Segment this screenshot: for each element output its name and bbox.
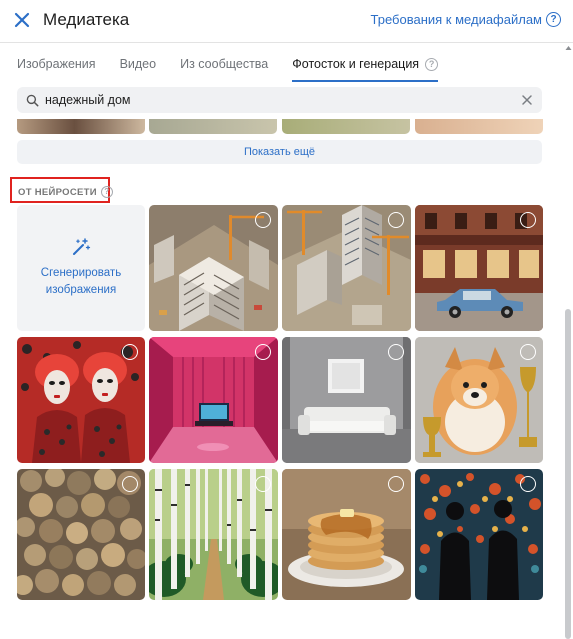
search-bar <box>17 87 542 113</box>
generate-label-line2: изображения <box>45 284 117 296</box>
select-checkbox[interactable] <box>388 212 404 228</box>
thumbnail-image[interactable] <box>17 119 145 134</box>
select-checkbox[interactable] <box>122 476 138 492</box>
image-tile-6[interactable] <box>282 337 411 463</box>
image-tile-4[interactable] <box>17 337 145 463</box>
tab-label: Видео <box>119 57 157 71</box>
header-divider <box>0 42 573 43</box>
image-tile-2[interactable] <box>282 205 411 331</box>
tab-label: Фотосток и генерация <box>292 57 420 71</box>
media-requirements-label: Требования к медиафайлам <box>370 12 542 27</box>
select-checkbox[interactable] <box>520 344 536 360</box>
header: Медиатека Требования к медиафайлам ? <box>0 0 573 42</box>
section-title: ОТ НЕЙРОСЕТИ ? <box>18 186 113 198</box>
show-more-button[interactable]: Показать ещё <box>17 140 542 164</box>
select-checkbox[interactable] <box>255 212 271 228</box>
select-checkbox[interactable] <box>255 344 271 360</box>
close-icon[interactable] <box>10 8 34 32</box>
magic-wand-icon <box>73 238 91 255</box>
section-title-text: ОТ НЕЙРОСЕТИ <box>18 186 97 198</box>
thumbnail-image[interactable] <box>282 119 410 134</box>
scrollbar-thumb[interactable] <box>565 309 571 639</box>
image-tile-10[interactable] <box>282 469 411 600</box>
select-checkbox[interactable] <box>388 344 404 360</box>
search-input[interactable] <box>45 93 521 107</box>
select-checkbox[interactable] <box>388 476 404 492</box>
thumbnail-image[interactable] <box>149 119 277 134</box>
help-icon[interactable]: ? <box>425 58 439 71</box>
media-requirements-link[interactable]: Требования к медиафайлам ? <box>371 12 561 27</box>
help-icon[interactable]: ? <box>100 186 113 198</box>
image-tile-8[interactable] <box>17 469 145 600</box>
help-icon: ? <box>546 12 561 27</box>
scroll-up-icon[interactable] <box>565 44 572 52</box>
search-icon <box>26 94 39 106</box>
previous-results-row <box>17 119 543 134</box>
image-tile-5[interactable] <box>149 337 278 463</box>
thumbnail-image[interactable] <box>415 119 543 134</box>
tab-community[interactable]: Из сообщества <box>180 57 268 79</box>
generate-images-button[interactable]: Сгенерировать изображения <box>17 205 145 331</box>
tab-photostock[interactable]: Фотосток и генерация? <box>292 57 439 82</box>
image-tile-7[interactable] <box>415 337 543 463</box>
select-checkbox[interactable] <box>122 344 138 360</box>
tab-label: Изображения <box>17 57 96 71</box>
image-tile-1[interactable] <box>149 205 278 331</box>
image-tile-3[interactable] <box>415 205 543 331</box>
tab-images[interactable]: Изображения <box>17 57 96 79</box>
select-checkbox[interactable] <box>520 476 536 492</box>
clear-icon[interactable] <box>521 94 533 106</box>
tabs: Изображения Видео Из сообщества Фотосток… <box>17 57 462 82</box>
select-checkbox[interactable] <box>520 212 536 228</box>
select-checkbox[interactable] <box>255 476 271 492</box>
tab-video[interactable]: Видео <box>120 57 157 79</box>
generate-label-line1: Сгенерировать <box>40 267 122 279</box>
image-tile-9[interactable] <box>149 469 278 600</box>
scrollbar[interactable] <box>565 44 572 639</box>
image-tile-11[interactable] <box>415 469 543 600</box>
tab-label: Из сообщества <box>180 57 269 71</box>
page-title: Медиатека <box>43 10 130 29</box>
